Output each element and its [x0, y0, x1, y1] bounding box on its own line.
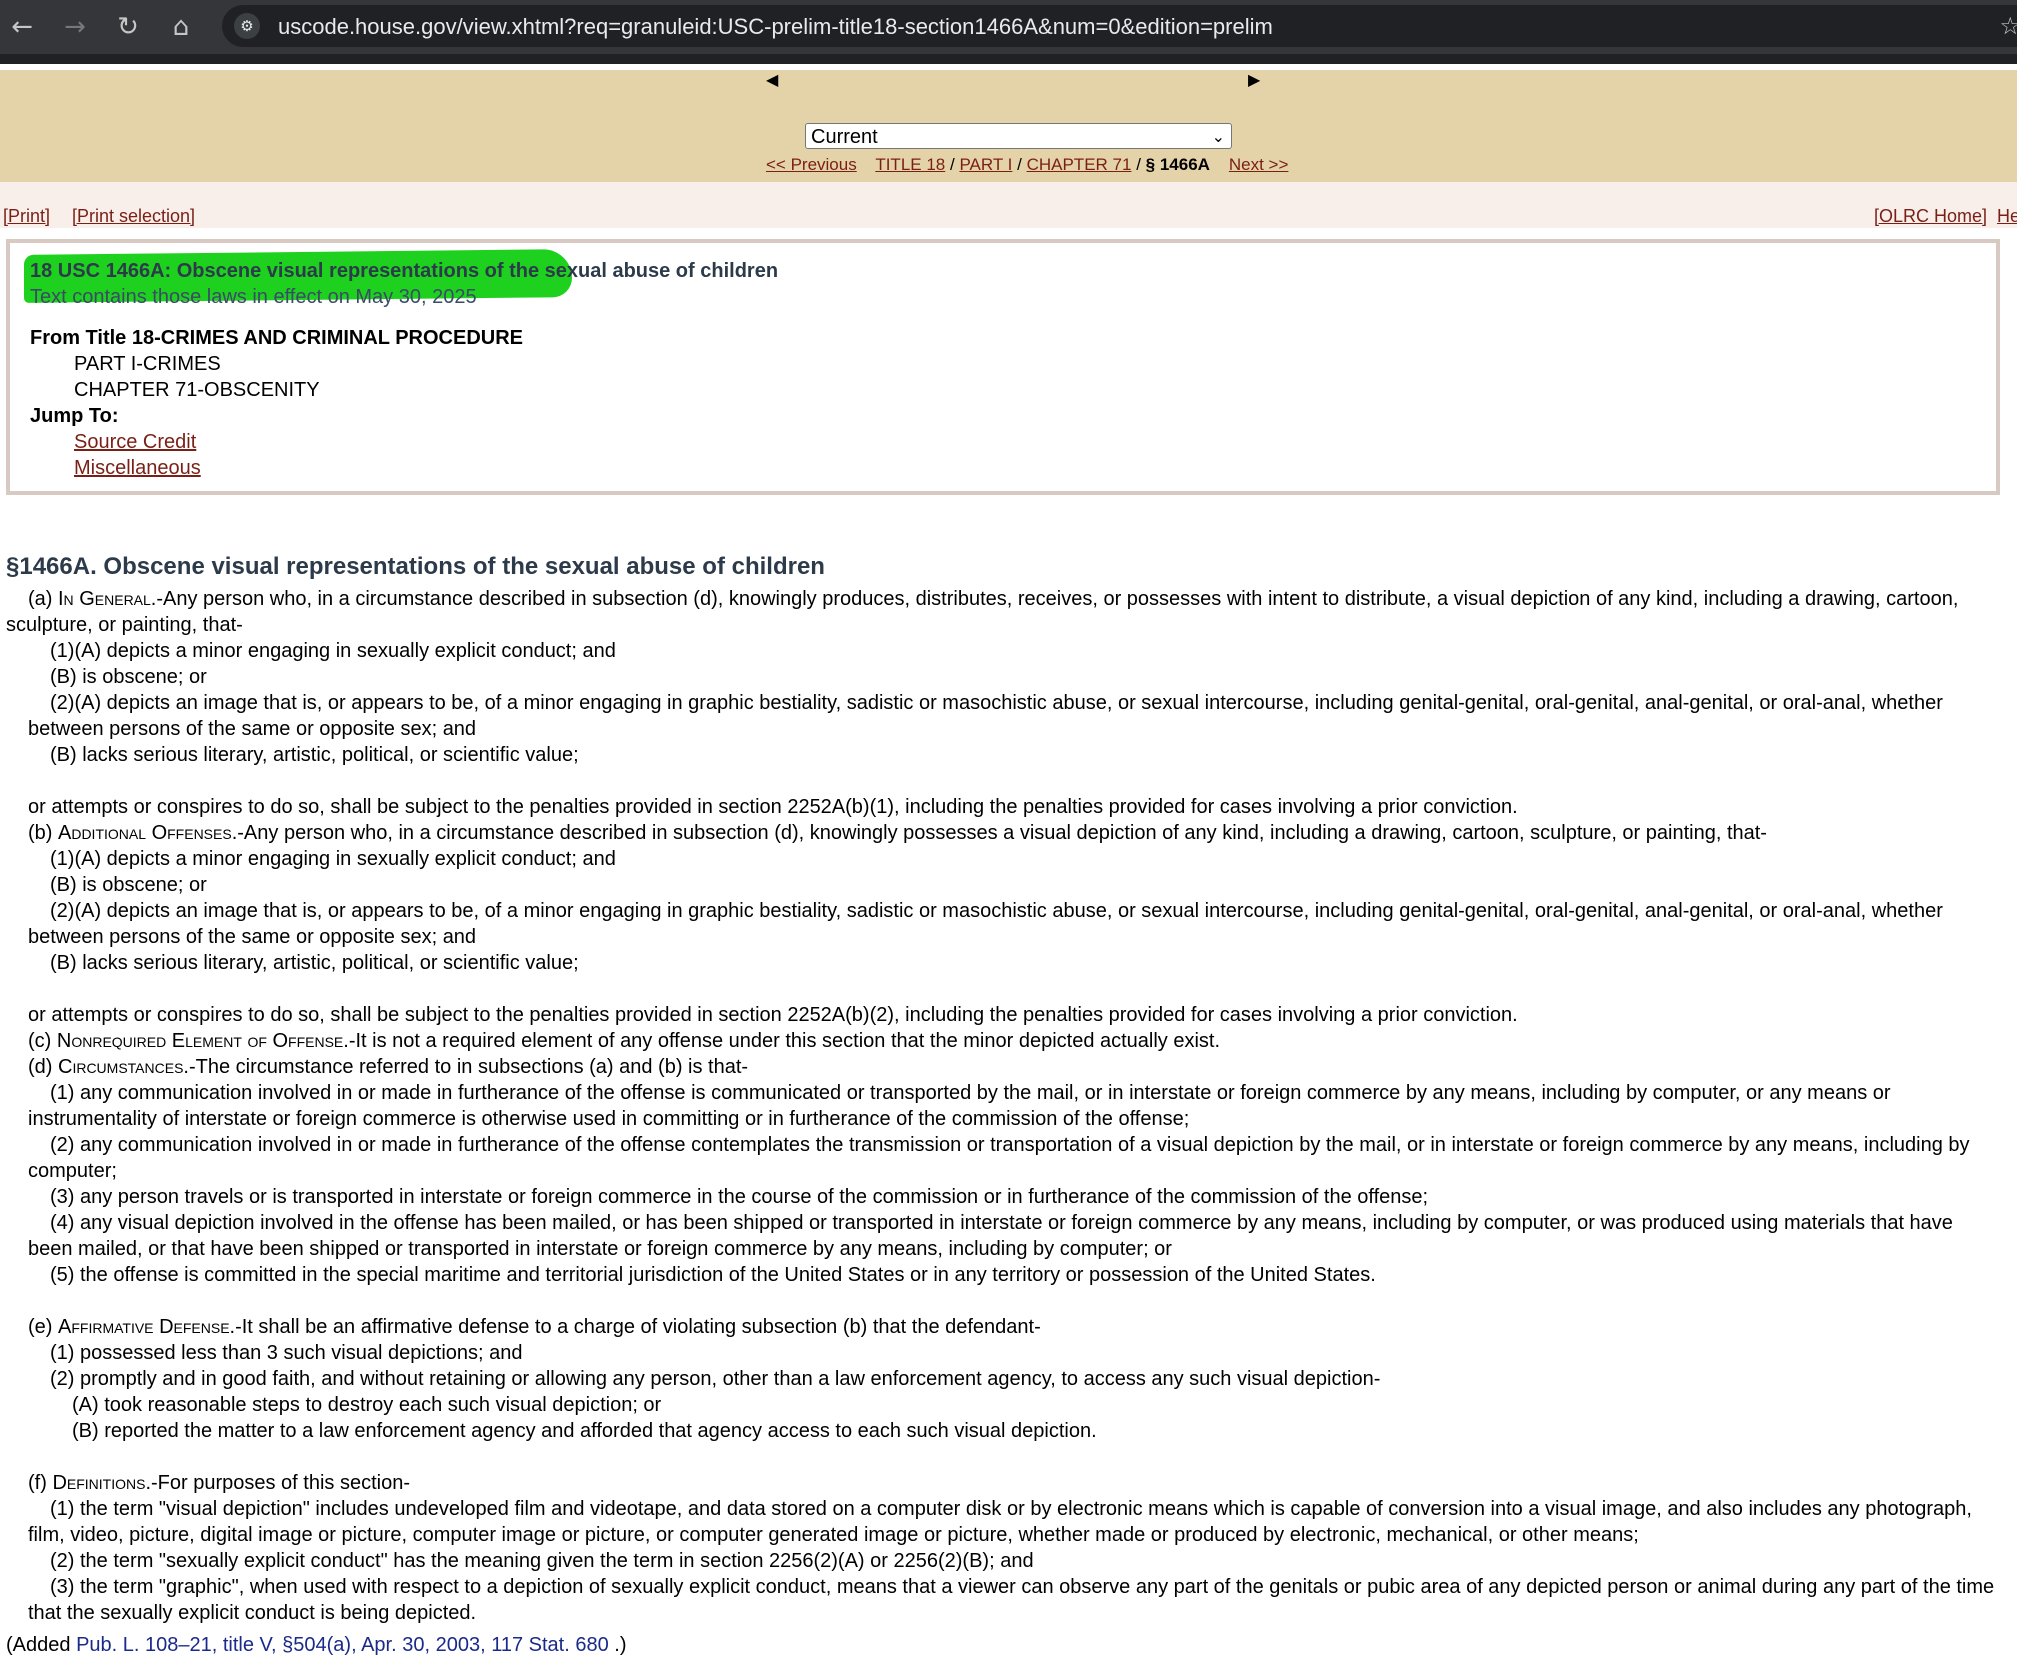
subsection-a: (a) In General.-Any person who, in a cir…: [6, 588, 1959, 636]
address-bar[interactable]: ⚙ uscode.house.gov/view.xhtml?req=granul…: [222, 5, 2017, 47]
breadcrumb-separator: /: [949, 155, 955, 174]
print-bar: [Print] [Print selection] [OLRC Home] He: [0, 182, 2017, 228]
paragraph-item: (2) the term "sexually explicit conduct"…: [50, 1550, 1034, 1572]
breadcrumb-chapter-link[interactable]: CHAPTER 71: [1027, 155, 1132, 174]
paragraph-item: (3) any person travels or is transported…: [50, 1186, 1429, 1208]
edition-select[interactable]: Current ⌄: [805, 123, 1232, 149]
print-link[interactable]: [Print]: [3, 206, 50, 227]
browser-toolbar: ← → ↻ ⌂ ⚙ uscode.house.gov/view.xhtml?re…: [0, 0, 2017, 54]
jump-source-credit-link[interactable]: Source Credit: [74, 431, 196, 454]
paragraph-item: (B) is obscene; or: [50, 666, 207, 688]
subsection-e: (e) Affirmative Defense.-It shall be an …: [28, 1316, 1041, 1338]
subsection-f-heading: Definitions.: [52, 1472, 151, 1494]
subsection-a-closing: or attempts or conspires to do so, shall…: [28, 796, 1518, 818]
subsection-d-heading: Circumstances.: [58, 1056, 189, 1078]
reload-icon[interactable]: ↻: [111, 10, 145, 44]
site-info-icon[interactable]: ⚙: [234, 13, 260, 39]
edition-select-value: Current: [811, 126, 878, 148]
toolbar-divider: [0, 54, 2017, 64]
jump-miscellaneous-link[interactable]: Miscellaneous: [74, 457, 201, 480]
statute-body: (a) In General.-Any person who, in a cir…: [6, 586, 2001, 1658]
next-arrow-icon[interactable]: ▶: [1248, 70, 1270, 92]
chevron-down-icon: ⌄: [1211, 127, 1225, 146]
bookmark-star-icon[interactable]: ☆: [1999, 12, 2017, 40]
jump-to-label: Jump To:: [30, 405, 119, 427]
paragraph-item: (1) any communication involved in or mad…: [28, 1082, 1891, 1130]
paragraph-item: (B) is obscene; or: [50, 874, 207, 896]
url-text[interactable]: uscode.house.gov/view.xhtml?req=granulei…: [278, 14, 1273, 40]
chapter-hierarchy: CHAPTER 71-OBSCENITY: [74, 379, 320, 401]
paragraph-item: (2) promptly and in good faith, and with…: [50, 1368, 1381, 1390]
help-link[interactable]: He: [1997, 206, 2017, 227]
document-title: 18 USC 1466A: Obscene visual representat…: [30, 260, 779, 282]
next-link[interactable]: Next >>: [1229, 155, 1289, 174]
subsection-d: (d) Circumstances.-The circumstance refe…: [28, 1056, 749, 1078]
paragraph-item: (2)(A) depicts an image that is, or appe…: [28, 900, 1943, 948]
paragraph-item: (2) any communication involved in or mad…: [28, 1134, 1970, 1182]
part-hierarchy: PART I-CRIMES: [74, 353, 221, 375]
breadcrumb-part-link[interactable]: PART I: [959, 155, 1012, 174]
olrc-home-link[interactable]: [OLRC Home]: [1874, 206, 1987, 227]
breadcrumb: << Previous TITLE 18 / PART I / CHAPTER …: [766, 155, 1288, 175]
subsection-b: (b) Additional Offenses.-Any person who,…: [28, 822, 1767, 844]
paragraph-item: (1)(A) depicts a minor engaging in sexua…: [50, 848, 616, 870]
section-heading: §1466A. Obscene visual representations o…: [6, 553, 825, 580]
source-credit: (Added Pub. L. 108–21, title V, §504(a),…: [6, 1634, 627, 1656]
paragraph-item: (2)(A) depicts an image that is, or appe…: [28, 692, 1943, 740]
forward-icon[interactable]: →: [58, 10, 92, 44]
home-icon[interactable]: ⌂: [164, 10, 198, 44]
paragraph-item: (B) lacks serious literary, artistic, po…: [50, 952, 579, 974]
title-hierarchy: From Title 18-CRIMES AND CRIMINAL PROCED…: [30, 327, 524, 349]
subparagraph-item: (B) reported the matter to a law enforce…: [72, 1420, 1097, 1442]
subsection-a-heading: In General.: [58, 588, 157, 610]
paragraph-item: (5) the offense is committed in the spec…: [50, 1264, 1376, 1286]
subparagraph-item: (A) took reasonable steps to destroy eac…: [72, 1394, 662, 1416]
public-law-link[interactable]: Pub. L. 108–21, title V, §504(a), Apr. 3…: [76, 1634, 609, 1656]
document-header-box: 18 USC 1466A: Obscene visual representat…: [6, 239, 2000, 495]
subsection-c-heading: Nonrequired Element of Offense.: [56, 1030, 349, 1052]
paragraph-item: (1)(A) depicts a minor engaging in sexua…: [50, 640, 616, 662]
previous-link[interactable]: << Previous: [766, 155, 857, 174]
paragraph-item: (4) any visual depiction involved in the…: [28, 1212, 1953, 1260]
previous-arrow-icon[interactable]: ◀: [766, 70, 788, 92]
paragraph-item: (3) the term "graphic", when used with r…: [28, 1576, 1995, 1624]
subsection-b-heading: Additional Offenses.: [58, 822, 238, 844]
print-selection-link[interactable]: [Print selection]: [72, 206, 195, 227]
paragraph-item: (1) possessed less than 3 such visual de…: [50, 1342, 523, 1364]
breadcrumb-current: § 1466A: [1145, 155, 1210, 174]
document-effective-date: Text contains those laws in effect on Ma…: [30, 286, 477, 308]
subsection-f: (f) Definitions.-For purposes of this se…: [28, 1472, 410, 1494]
back-icon[interactable]: ←: [5, 10, 39, 44]
subsection-c: (c) Nonrequired Element of Offense.-It i…: [28, 1030, 1221, 1052]
subsection-e-heading: Affirmative Defense.: [58, 1316, 236, 1338]
breadcrumb-title-link[interactable]: TITLE 18: [875, 155, 945, 174]
paragraph-item: (B) lacks serious literary, artistic, po…: [50, 744, 579, 766]
paragraph-item: (1) the term "visual depiction" includes…: [28, 1498, 1972, 1546]
breadcrumb-separator: /: [1017, 155, 1022, 174]
subsection-b-closing: or attempts or conspires to do so, shall…: [28, 1004, 1518, 1026]
breadcrumb-separator: /: [1136, 155, 1141, 174]
